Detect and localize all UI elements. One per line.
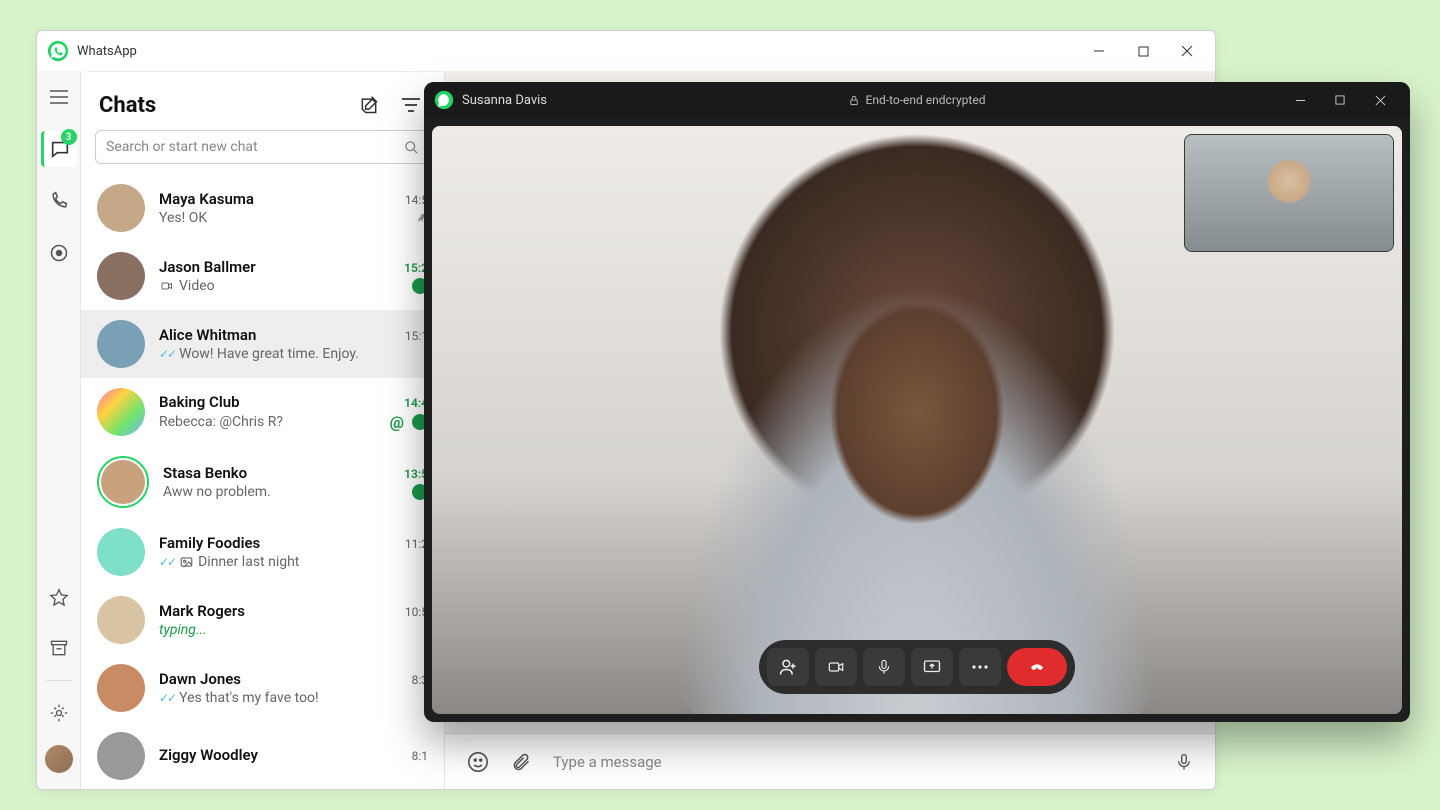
add-participant-button[interactable] [767, 648, 809, 686]
chat-preview: Wow! Have great time. Enjoy. [179, 346, 359, 362]
chat-item[interactable]: Baking Club14:4Rebecca: @Chris R?@ [81, 378, 444, 446]
new-chat-button[interactable] [354, 90, 384, 120]
search-icon [404, 140, 419, 155]
whatsapp-logo-icon [434, 90, 454, 110]
chat-name: Dawn Jones [159, 670, 241, 688]
typing-indicator: typing... [159, 622, 207, 638]
encryption-label: End-to-end endcrypted [849, 93, 986, 107]
chat-name: Mark Rogers [159, 602, 245, 620]
search-box[interactable] [95, 130, 430, 164]
chat-item[interactable]: Jason Ballmer15:2Video [81, 242, 444, 310]
emoji-button[interactable] [467, 751, 489, 773]
maximize-button[interactable] [1121, 35, 1165, 67]
chat-preview: Rebecca: @Chris R? [159, 414, 283, 430]
chat-item[interactable]: Family Foodies11:2✓✓Dinner last night [81, 518, 444, 586]
lock-icon [849, 94, 860, 107]
avatar [97, 320, 145, 368]
chats-tab[interactable]: 3 [41, 131, 77, 167]
hangup-button[interactable] [1007, 648, 1067, 686]
starred-tab[interactable] [41, 580, 77, 616]
chat-preview: Yes! OK [159, 210, 207, 226]
chat-name: Jason Ballmer [159, 258, 256, 276]
avatar [97, 528, 145, 576]
chat-item[interactable]: Dawn Jones8:3✓✓Yes that's my fave too! [81, 654, 444, 722]
read-ticks-icon: ✓✓ [159, 555, 175, 569]
video-stage [432, 126, 1402, 714]
call-minimize-button[interactable] [1280, 86, 1320, 114]
settings-button[interactable] [41, 695, 77, 731]
more-options-button[interactable] [959, 648, 1001, 686]
mic-button[interactable] [1175, 751, 1193, 773]
read-ticks-icon: ✓✓ [159, 347, 175, 361]
avatar [97, 456, 149, 508]
attach-button[interactable] [511, 751, 531, 773]
avatar [97, 732, 145, 780]
titlebar: WhatsApp [37, 31, 1215, 71]
call-maximize-button[interactable] [1320, 86, 1360, 114]
avatar [97, 252, 145, 300]
microphone-button[interactable] [863, 648, 905, 686]
chats-heading: Chats [99, 93, 156, 118]
chat-item[interactable]: Mark Rogers10:5typing... [81, 586, 444, 654]
chat-preview: Dinner last night [198, 554, 299, 570]
whatsapp-logo-icon [47, 40, 69, 62]
message-input[interactable] [553, 753, 1153, 771]
calls-tab[interactable] [41, 183, 77, 219]
mention-icon: @ [390, 413, 404, 432]
call-titlebar: Susanna Davis End-to-end endcrypted [424, 82, 1410, 118]
composer [445, 733, 1215, 789]
minimize-button[interactable] [1077, 35, 1121, 67]
chat-list: Maya Kasuma14:5Yes! OKJason Ballmer15:2V… [81, 174, 444, 789]
chat-preview: Aww no problem. [163, 484, 271, 500]
chat-name: Family Foodies [159, 534, 260, 552]
screen-share-button[interactable] [911, 648, 953, 686]
chats-badge: 3 [61, 129, 77, 145]
avatar [97, 184, 145, 232]
chat-preview: Video [179, 278, 215, 294]
call-window: Susanna Davis End-to-end endcrypted [424, 82, 1410, 722]
archived-tab[interactable] [41, 630, 77, 666]
app-title: WhatsApp [77, 44, 137, 59]
avatar [97, 664, 145, 712]
video-icon [159, 280, 175, 292]
avatar [97, 388, 145, 436]
chat-name: Baking Club [159, 393, 240, 411]
status-tab[interactable] [41, 235, 77, 271]
chat-item[interactable]: Maya Kasuma14:5Yes! OK [81, 174, 444, 242]
call-close-button[interactable] [1360, 86, 1400, 114]
camera-button[interactable] [815, 648, 857, 686]
chat-item[interactable]: Alice Whitman15:1✓✓Wow! Have great time.… [81, 310, 444, 378]
chat-item[interactable]: Stasa Benko13:5Aww no problem. [81, 446, 444, 518]
close-button[interactable] [1165, 35, 1209, 67]
chat-item[interactable]: Ziggy Woodley 8:1 [81, 722, 444, 789]
nav-rail: 3 [37, 71, 81, 789]
call-contact-name: Susanna Davis [462, 93, 547, 108]
chat-sidebar: Chats Maya Kasuma14:5Yes! OKJason Ballme… [81, 71, 445, 789]
filter-button[interactable] [396, 90, 426, 120]
chat-name: Alice Whitman [159, 326, 256, 344]
profile-avatar[interactable] [45, 745, 73, 773]
self-video-pip[interactable] [1184, 134, 1394, 252]
avatar [97, 596, 145, 644]
chat-name: Stasa Benko [163, 464, 247, 482]
menu-button[interactable] [41, 79, 77, 115]
search-input[interactable] [106, 139, 396, 155]
chat-name: Maya Kasuma [159, 190, 254, 208]
photo-icon [179, 555, 194, 569]
chat-name: Ziggy Woodley [159, 746, 258, 764]
read-ticks-icon: ✓✓ [159, 691, 175, 705]
chat-time: 8:1 [412, 749, 428, 763]
call-controls [759, 640, 1075, 694]
chat-preview: Yes that's my fave too! [179, 690, 319, 706]
